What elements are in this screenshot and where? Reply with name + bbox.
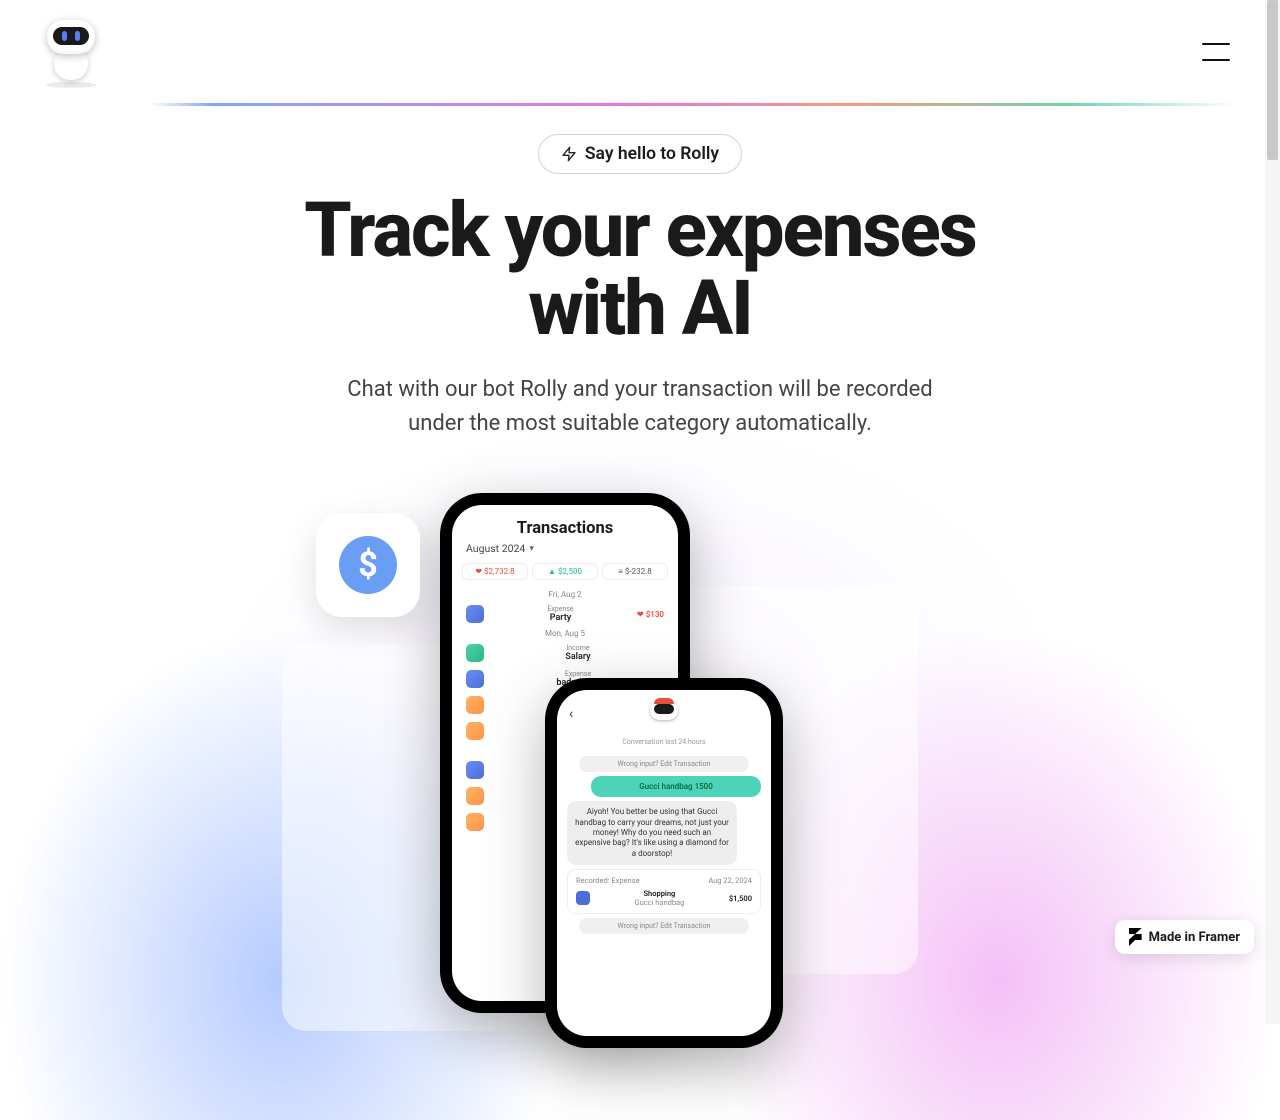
category-icon [466, 605, 484, 623]
category-icon [466, 696, 484, 714]
back-icon[interactable]: ‹ [569, 706, 573, 722]
category-icon [466, 644, 484, 662]
category-icon [466, 761, 484, 779]
stats-row: ❤ $2,732.8 ▲ $2,500 ≡ $-232.8 [452, 563, 678, 588]
transaction-row[interactable]: IncomeSalary [452, 640, 678, 666]
bolt-icon [561, 145, 577, 163]
chat-bot-avatar [650, 700, 678, 728]
stat-net: ≡ $-232.8 [602, 563, 668, 580]
category-icon [466, 722, 484, 740]
hero-pill[interactable]: Say hello to Rolly [538, 134, 742, 174]
conversation-label: Conversation last 24 hours [557, 732, 771, 752]
category-icon [466, 813, 484, 831]
hero-subtitle: Chat with our bot Rolly and your transac… [0, 373, 1280, 441]
user-message: Gucci handbag 1500 [591, 776, 761, 797]
phone-mockups: $ Transactions August 2024▾ ❤ $2,732.8 ▲… [0, 493, 1280, 1053]
hero-pill-label: Say hello to Rolly [585, 144, 719, 164]
hero-section: Say hello to Rolly Track your expenseswi… [0, 106, 1280, 1053]
dollar-icon: $ [339, 536, 397, 594]
day-label: Fri, Aug 2 [452, 588, 678, 601]
category-icon [466, 670, 484, 688]
transactions-title: Transactions [452, 505, 678, 542]
stat-income: ▲ $2,500 [532, 563, 598, 580]
logo-robot[interactable] [38, 16, 104, 88]
dollar-badge: $ [316, 513, 420, 617]
system-message[interactable]: Wrong input? Edit Transaction [579, 756, 749, 772]
system-message[interactable]: Wrong input? Edit Transaction [579, 918, 749, 934]
bag-icon [576, 891, 590, 905]
category-icon [466, 787, 484, 805]
stat-expense: ❤ $2,732.8 [462, 563, 528, 580]
bot-message: Aiyoh! You better be using that Gucci ha… [567, 801, 737, 865]
phone-chat: ‹ Conversation last 24 hours Wrong input… [545, 678, 783, 1048]
transaction-row[interactable]: ExpenseParty❤ $130 [452, 601, 678, 627]
menu-button[interactable] [1202, 43, 1230, 61]
framer-badge[interactable]: Made in Framer [1115, 920, 1254, 954]
month-selector[interactable]: August 2024▾ [452, 542, 678, 563]
site-header [0, 0, 1280, 103]
chat-header: ‹ [557, 690, 771, 732]
chevron-down-icon: ▾ [529, 544, 534, 554]
recorded-card: Recorded: ExpenseAug 22, 2024 ShoppingGu… [567, 869, 761, 914]
hero-title: Track your expenseswith AI [0, 192, 1280, 347]
day-label: Mon, Aug 5 [452, 627, 678, 640]
framer-label: Made in Framer [1149, 930, 1240, 945]
framer-icon [1129, 928, 1142, 946]
